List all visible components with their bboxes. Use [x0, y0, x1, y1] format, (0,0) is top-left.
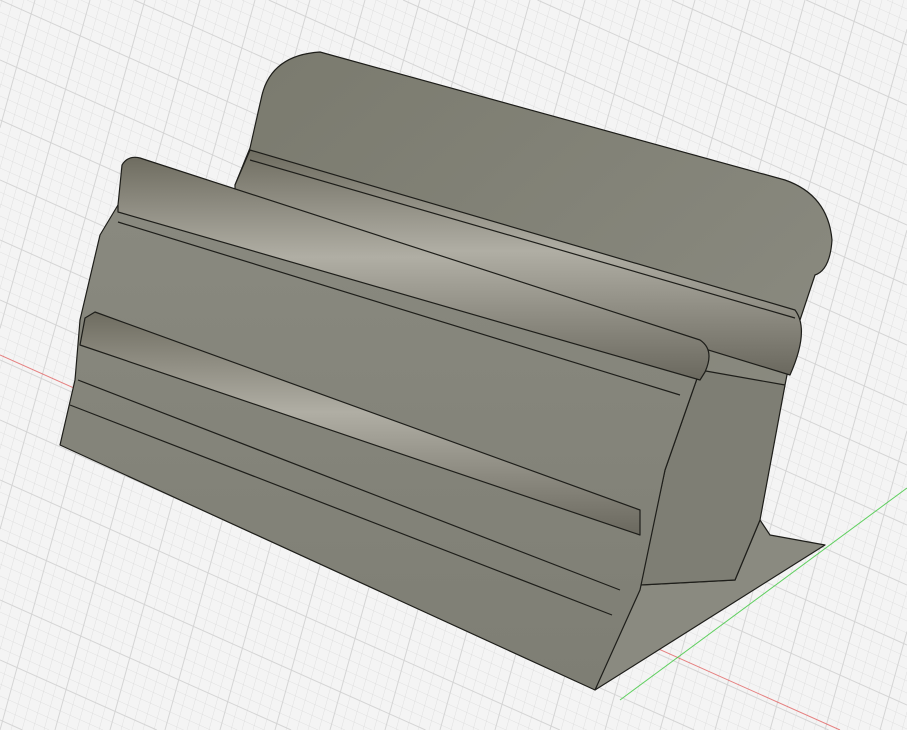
grid-line: [591, 0, 907, 142]
grid-line: [564, 0, 907, 154]
grid-line: [0, 0, 25, 88]
grid-line: [859, 0, 907, 22]
grid-line: [0, 671, 130, 730]
grid-line: [0, 659, 157, 730]
grid-line: [824, 430, 907, 730]
grid-line: [698, 0, 907, 94]
grid-line: [0, 0, 91, 329]
grid-line: [0, 635, 211, 730]
grid-line: [0, 0, 36, 128]
grid-line: [846, 510, 907, 730]
grid-line: [725, 0, 907, 82]
grid-line: [779, 0, 907, 58]
grid-line: [802, 350, 907, 730]
grid-line: [644, 0, 907, 118]
3d-viewport[interactable]: [0, 0, 907, 730]
grid-line: [835, 470, 907, 730]
grid-line: [868, 591, 907, 730]
grid-line: [857, 551, 907, 730]
grid-line: [0, 587, 319, 730]
grid-line: [0, 0, 47, 168]
grid-line: [0, 0, 14, 48]
grid-line: [0, 0, 58, 209]
grid-line: [0, 0, 3, 8]
grid-line: [806, 0, 907, 46]
canvas[interactable]: [0, 0, 907, 730]
grid-line: [0, 707, 50, 730]
grid-line: [0, 551, 399, 730]
grid-line: [0, 647, 184, 730]
grid-line: [618, 0, 907, 130]
grid-line: [886, 0, 907, 10]
grid-line: [0, 0, 80, 289]
grid-line: [901, 711, 907, 730]
